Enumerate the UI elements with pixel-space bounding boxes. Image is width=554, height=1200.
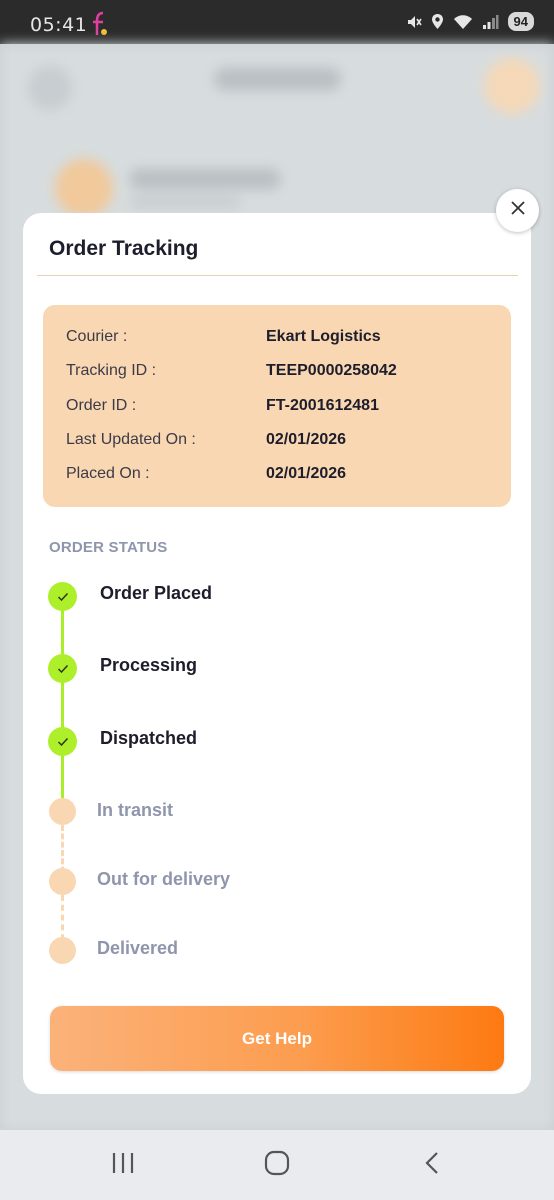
- step-label-order-placed: Order Placed: [100, 583, 213, 603]
- get-help-button[interactable]: Get Help: [50, 1006, 504, 1071]
- home-icon: [264, 1150, 290, 1181]
- recent-apps-button[interactable]: [103, 1150, 143, 1180]
- status-bar: 05:41 94: [0, 0, 554, 44]
- recent-apps-icon: [111, 1152, 135, 1179]
- step-label-processing: Processing: [100, 655, 198, 675]
- step-complete-check-icon: [48, 582, 77, 611]
- close-icon: [510, 200, 526, 221]
- step-pending-dot: [49, 868, 76, 895]
- close-button[interactable]: [496, 189, 539, 232]
- location-icon: [431, 13, 444, 30]
- signal-icon: [482, 14, 499, 30]
- wifi-icon: [453, 14, 473, 30]
- step-complete-check-icon: [48, 727, 77, 756]
- order-tracking-modal: Order Tracking Courier : Ekart Logistics…: [23, 213, 531, 1094]
- step-label-delivered: Delivered: [97, 938, 179, 958]
- step-label-out-for-delivery: Out for delivery: [97, 869, 231, 889]
- step-complete-check-icon: [48, 654, 77, 683]
- back-button[interactable]: [412, 1150, 452, 1180]
- app-logo-icon: [90, 10, 110, 38]
- order-status-timeline: Order Placed Processing Dispatched In tr…: [23, 213, 531, 1094]
- get-help-label: Get Help: [242, 1028, 312, 1048]
- back-icon: [424, 1151, 440, 1180]
- step-pending-dot: [49, 937, 76, 964]
- step-pending-dot: [49, 798, 76, 825]
- mute-icon: [406, 14, 422, 30]
- system-navigation-bar: [0, 1130, 554, 1200]
- battery-indicator: 94: [507, 12, 534, 31]
- status-time: 05:41: [30, 14, 88, 36]
- step-label-dispatched: Dispatched: [100, 728, 198, 748]
- step-label-in-transit: In transit: [97, 800, 174, 820]
- home-button[interactable]: [257, 1150, 297, 1180]
- status-icons: 94: [406, 12, 534, 31]
